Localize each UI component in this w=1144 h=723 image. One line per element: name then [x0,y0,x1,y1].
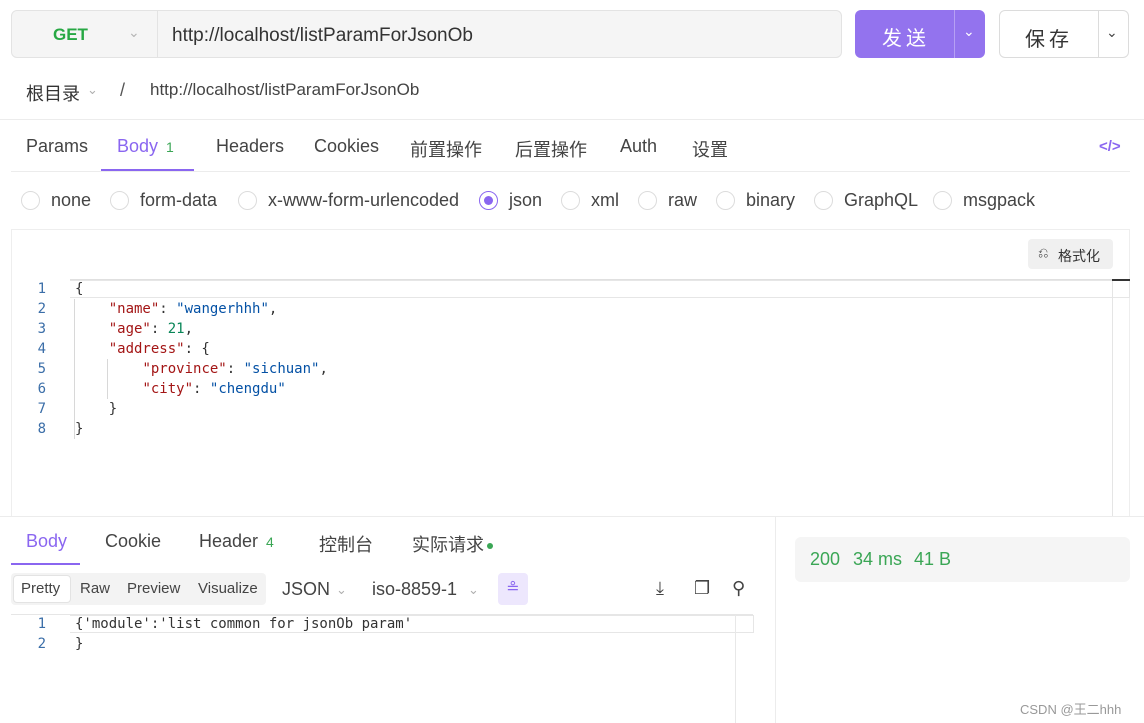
word-wrap-icon[interactable]: ≗ [498,573,528,605]
save-divider [1098,11,1099,57]
radio-circle-checked[interactable] [479,191,498,210]
code-icon[interactable]: </> [1099,138,1121,155]
response-tab-header[interactable]: Header 4 [199,531,274,552]
request-json-code[interactable]: { "name": "wangerhhh", "age": 21, "addre… [75,279,328,439]
radio-label: form-data [140,190,218,210]
divider [0,516,1144,517]
breadcrumb-path: http://localhost/listParamForJsonOb [150,80,420,99]
encoding-select[interactable]: iso-8859-1 [372,579,457,600]
tab-body[interactable]: Body 1 [117,136,174,157]
view-mode-pretty[interactable]: Pretty [21,580,60,597]
save-options-chevron-icon[interactable]: ⌄ [1106,24,1118,41]
format-select[interactable]: JSON [282,579,330,600]
tab-headers[interactable]: Headers [216,136,284,157]
view-mode-visualize[interactable]: Visualize [198,580,258,597]
breadcrumb-separator: / [120,80,126,100]
watermark: CSDN @王二hhh [1020,702,1122,717]
send-label: 发送 [882,28,930,50]
send-divider [954,10,955,58]
tab-auth[interactable]: Auth [620,136,657,157]
radio-circle[interactable] [933,191,952,210]
format-label: 格式化 [1058,248,1100,264]
divider [0,119,1144,120]
send-button[interactable]: 发送 ⌄ [855,10,985,58]
radio-circle[interactable] [21,191,40,210]
url-bar: GET ⌄ http://localhost/listParamForJsonO… [11,10,842,58]
tab-post-operations[interactable]: 后置操作 [515,136,587,162]
line-numbers: 12345678 [37,281,46,437]
response-tab-console[interactable]: 控制台 [319,531,373,557]
status-dot-icon [487,543,493,550]
response-time: 34 ms [853,549,903,569]
save-label: 保存 [1025,29,1073,51]
radio-circle[interactable] [716,191,735,210]
response-line-numbers: 12 [37,616,46,652]
save-button[interactable]: 保存 ⌄ [999,10,1129,58]
radio-label: none [51,190,92,210]
response-tab-actual-request[interactable]: 实际请求 [412,531,493,557]
radio-circle[interactable] [110,191,129,210]
tab-cookies[interactable]: Cookies [314,136,379,157]
active-response-tab-indicator [11,563,80,565]
download-icon[interactable]: ⤓ [656,578,664,599]
panel-divider[interactable] [775,517,776,723]
body-count-badge: 1 [166,139,174,155]
search-icon[interactable]: ⚲ [732,578,745,599]
broom-icon: ⎌ [1038,245,1049,260]
response-size: 41 B [914,549,952,569]
radio-circle[interactable] [638,191,657,210]
view-mode-toggle: Pretty Raw Preview Visualize [11,573,266,605]
response-tab-cookie[interactable]: Cookie [105,531,161,552]
tab-params[interactable]: Params [26,136,88,157]
view-mode-preview[interactable]: Preview [127,580,180,597]
scrollbar-thumb[interactable] [1112,279,1130,281]
radio-circle[interactable] [238,191,257,210]
response-meta: 200 34 ms 41 B [795,537,1130,582]
radio-circle[interactable] [561,191,580,210]
radio-label: msgpack [963,190,1036,210]
chevron-down-icon[interactable]: ⌄ [468,582,479,598]
method-select[interactable]: GET ⌄ [12,11,158,57]
response-body-code[interactable]: {'module':'list common for jsonOb param'… [75,614,412,654]
header-count-badge: 4 [266,534,274,550]
editor-scrollbar[interactable] [1112,280,1130,517]
radio-label: GraphQL [844,190,919,210]
format-button[interactable]: ⎌ 格式化 [1028,239,1113,269]
response-tab-body[interactable]: Body [26,531,67,552]
response-scrollbar[interactable] [735,615,753,723]
tab-settings[interactable]: 设置 [692,136,728,162]
radio-label: raw [668,190,698,210]
tab-pre-operations[interactable]: 前置操作 [410,136,482,162]
breadcrumb-root[interactable]: 根目录 [26,80,80,106]
method-label: GET [53,25,88,44]
radio-circle[interactable] [814,191,833,210]
radio-label: x-www-form-urlencoded [268,190,460,210]
view-mode-raw[interactable]: Raw [80,580,110,597]
radio-label: json [509,190,543,210]
chevron-down-icon: ⌄ [128,24,140,40]
radio-label: xml [591,190,619,210]
chevron-down-icon[interactable]: ⌄ [87,82,98,98]
copy-icon[interactable]: ❐ [694,578,710,599]
status-code: 200 [810,549,841,569]
divider [11,171,1130,172]
chevron-down-icon[interactable]: ⌄ [336,582,347,598]
send-options-chevron-icon[interactable]: ⌄ [963,23,975,40]
url-input[interactable]: http://localhost/listParamForJsonOb [172,25,473,47]
radio-label: binary [746,190,796,210]
